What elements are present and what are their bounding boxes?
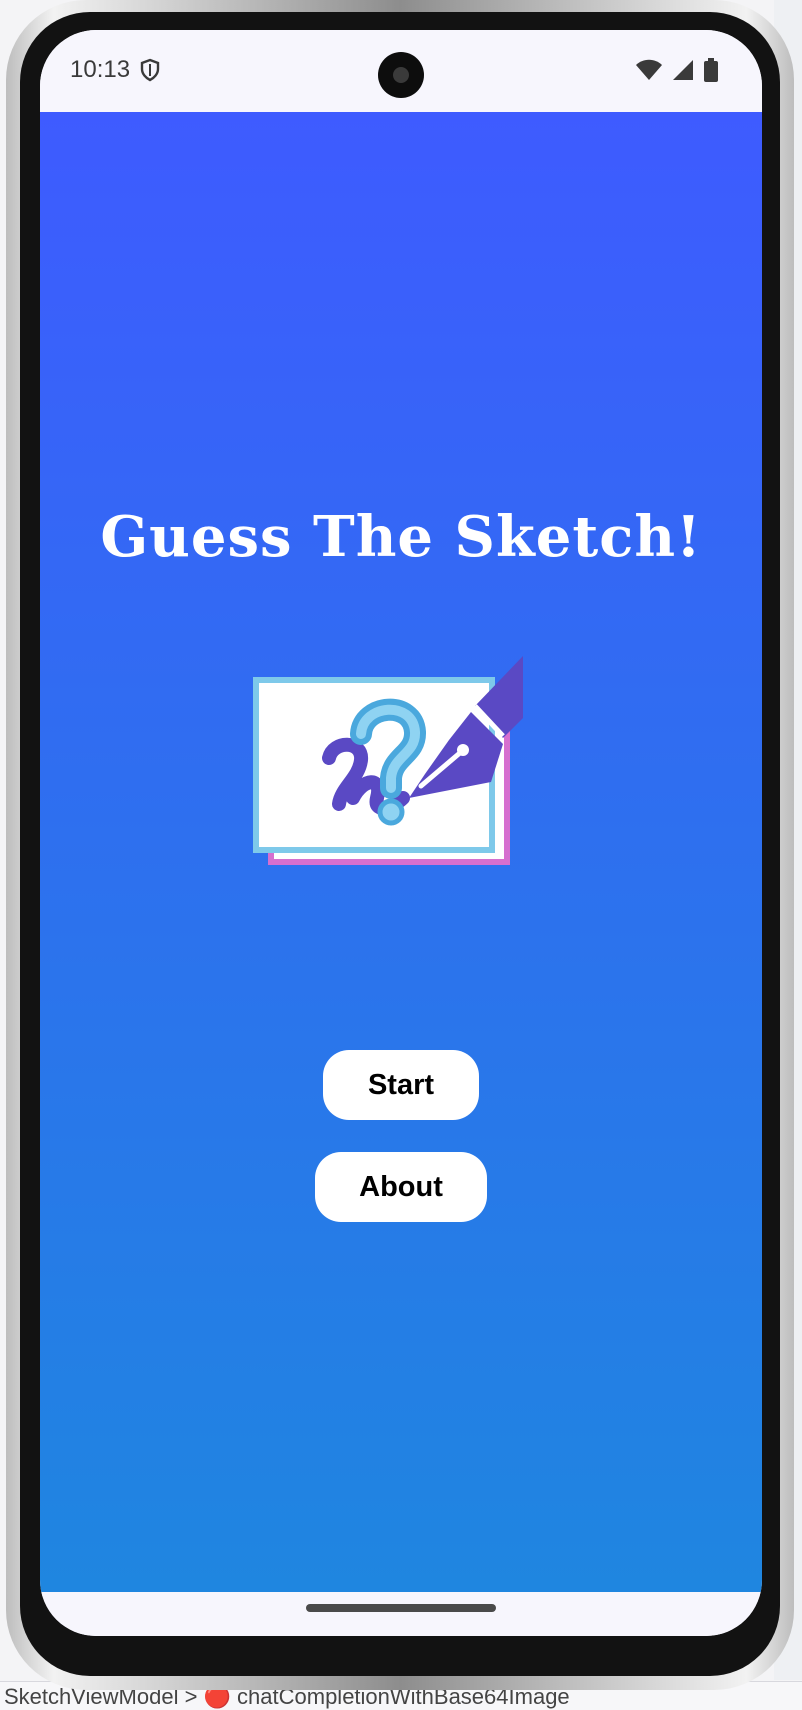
start-button[interactable]: Start [323,1050,479,1120]
status-bar: 10:13 [40,30,762,112]
status-time: 10:13 [70,56,131,83]
shield-icon [139,58,161,82]
battery-icon [704,58,718,87]
wifi-icon [636,59,662,86]
about-button[interactable]: About [315,1152,487,1222]
navigation-bar [40,1592,762,1636]
app-title: Guess The Sketch! [100,504,702,570]
front-camera [378,52,424,98]
app-content: Guess The Sketch! Start About [40,112,762,1592]
cellular-signal-icon [672,59,694,86]
question-sketch-pen-logo [253,648,533,870]
status-icons [636,58,718,87]
home-indicator[interactable] [306,1604,496,1612]
phone-screen: 10:13 Guess The Sketch! Start About [40,30,762,1636]
